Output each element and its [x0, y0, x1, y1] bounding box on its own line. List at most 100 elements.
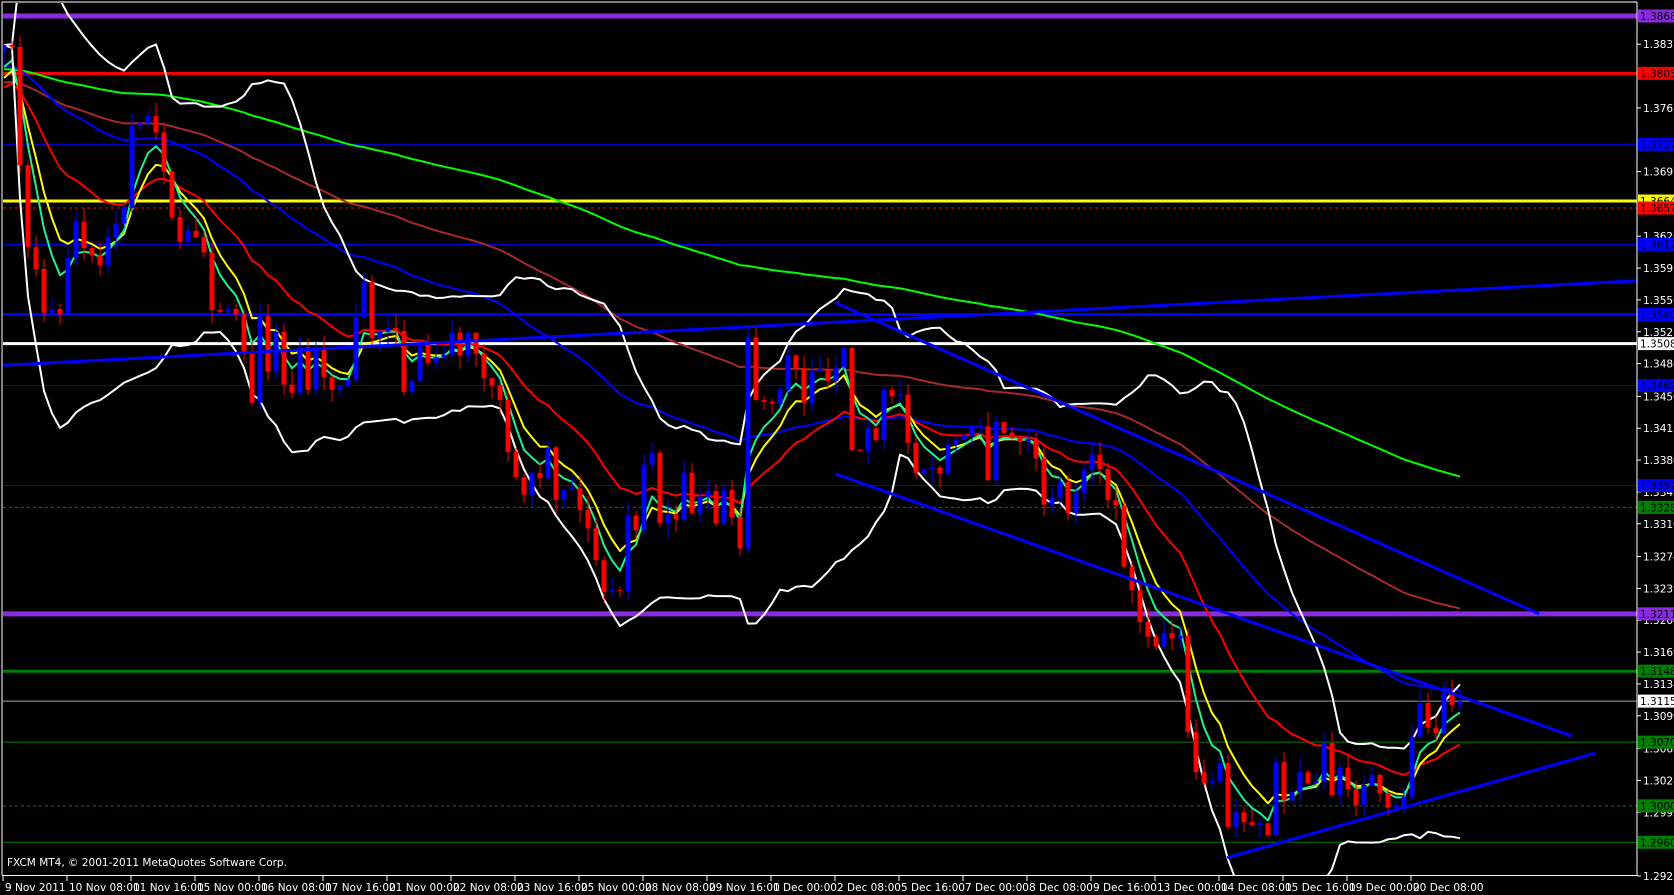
price-tick-label: 1.32740: [1643, 552, 1674, 564]
time-tick-label: 15 Dec 16:00: [1285, 882, 1356, 894]
candle: [17, 36, 23, 173]
candle: [1225, 754, 1231, 831]
time-tick-label: 17 Nov 16:00: [325, 882, 396, 894]
candle-body: [1313, 781, 1319, 784]
time-tick-label: 21 Nov 00:00: [389, 882, 460, 894]
candle-body: [17, 46, 23, 166]
level-price-label: 1.36570: [1640, 203, 1674, 215]
time-tick-label: 10 Nov 08:00: [69, 882, 140, 894]
candle-body: [289, 384, 295, 393]
candle-body: [633, 515, 639, 531]
candle-body: [97, 255, 103, 266]
candle-body: [33, 247, 39, 269]
candle: [1273, 756, 1279, 836]
candle-body: [1273, 762, 1279, 835]
price-tick-label: 1.33800: [1643, 455, 1674, 467]
candle-body: [1225, 763, 1231, 827]
candle-body: [1297, 772, 1303, 793]
candle-body: [1033, 439, 1039, 459]
candle: [257, 303, 263, 410]
candle-body: [1121, 505, 1127, 567]
level-price-label: 1.35400: [1640, 309, 1674, 321]
candle-body: [977, 426, 983, 428]
candle-body: [105, 237, 111, 266]
candle-body: [921, 469, 927, 473]
price-tick-label: 1.30990: [1643, 711, 1674, 723]
candle-body: [1329, 743, 1335, 795]
candle-body: [777, 390, 783, 404]
candle-body: [481, 353, 487, 379]
candle-body: [257, 316, 263, 403]
candle-body: [193, 230, 199, 238]
candle-body: [585, 510, 591, 529]
price-tick-label: 1.35560: [1643, 295, 1674, 307]
level-price-label: 1.32110: [1640, 609, 1674, 621]
candle-body: [833, 367, 839, 381]
candle-body: [1145, 622, 1151, 637]
candle-body: [385, 328, 391, 332]
candle: [513, 448, 519, 481]
time-tick-label: 13 Dec 00:00: [1157, 882, 1228, 894]
candle: [641, 453, 647, 536]
candle-body: [1017, 438, 1023, 442]
candle-body: [1025, 439, 1031, 442]
candle-body: [369, 281, 375, 339]
time-tick-label: 15 Nov 00:00: [197, 882, 268, 894]
candle-body: [713, 491, 719, 524]
candle-body: [1457, 701, 1463, 705]
candle-body: [577, 488, 583, 511]
candle-body: [905, 394, 911, 443]
candle-body: [345, 380, 351, 387]
candle-body: [1105, 469, 1111, 501]
candle-body: [529, 472, 535, 495]
candle-body: [81, 221, 87, 249]
candle-body: [425, 342, 431, 363]
candle-body: [377, 331, 383, 339]
candle-body: [41, 268, 47, 313]
candle-body: [937, 467, 943, 474]
candle-body: [1185, 635, 1191, 733]
price-chart[interactable]: 1.383701.376701.369701.362601.359101.355…: [0, 0, 1674, 895]
time-tick-label: 16 Nov 08:00: [261, 882, 332, 894]
candle-body: [249, 351, 255, 403]
candle: [505, 391, 511, 462]
candle-body: [953, 440, 959, 445]
candle-body: [1281, 762, 1287, 801]
candle-body: [329, 377, 335, 391]
candle-body: [161, 132, 167, 172]
candle-body: [1001, 421, 1007, 433]
candle-body: [721, 490, 727, 524]
candle-body: [1113, 500, 1119, 506]
candle-body: [1409, 736, 1415, 797]
candle-body: [1393, 804, 1399, 808]
candle-body: [417, 342, 423, 381]
price-tick-label: 1.34860: [1643, 359, 1674, 371]
candle-body: [457, 332, 463, 356]
candle-body: [513, 451, 519, 478]
candle-body: [1361, 784, 1367, 805]
price-tick-label: 1.33100: [1643, 519, 1674, 531]
candle: [841, 347, 847, 370]
candle-body: [177, 217, 183, 242]
time-tick-label: 7 Dec 00:00: [965, 882, 1029, 894]
candle-body: [1337, 767, 1343, 795]
candle: [25, 160, 31, 259]
candle-body: [1289, 792, 1295, 801]
price-tick-label: 1.30280: [1643, 775, 1674, 787]
price-tick-label: 1.35910: [1643, 263, 1674, 275]
candle-body: [889, 390, 895, 397]
time-tick-label: 8 Dec 08:00: [1029, 882, 1093, 894]
level-price-label: 1.30000: [1640, 801, 1674, 813]
candle-body: [809, 371, 815, 403]
copyright-text: FXCM MT4, © 2001-2011 MetaQuotes Softwar…: [7, 857, 287, 869]
candle-body: [537, 472, 543, 479]
candle-body: [697, 496, 703, 513]
candle-body: [409, 380, 415, 392]
candle-body: [1057, 481, 1063, 498]
candle-body: [969, 427, 975, 436]
time-tick-label: 23 Nov 16:00: [517, 882, 588, 894]
candle-body: [793, 355, 799, 369]
level-price-label: 1.31480: [1640, 666, 1674, 678]
time-tick-label: 22 Nov 08:00: [453, 882, 524, 894]
candle-body: [737, 517, 743, 549]
